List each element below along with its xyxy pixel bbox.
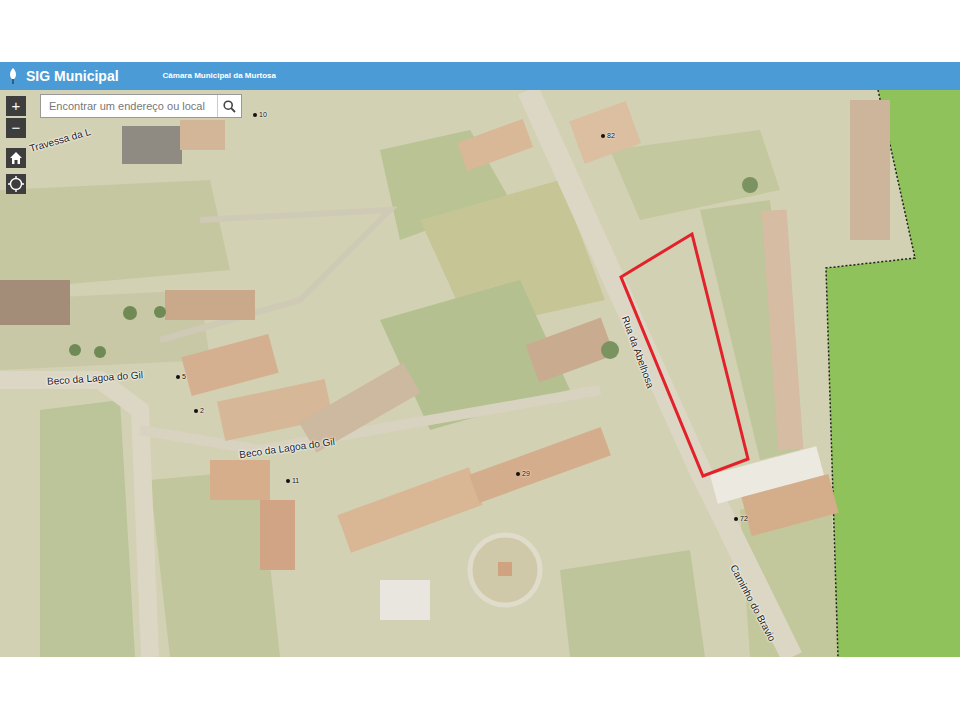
- house-number: 2: [194, 406, 204, 417]
- locate-button[interactable]: [6, 174, 26, 194]
- zoom-in-button[interactable]: +: [6, 96, 26, 116]
- search-button[interactable]: [217, 95, 241, 117]
- house-number-text: 5: [182, 372, 186, 383]
- house-number-text: 10: [259, 110, 267, 121]
- address-point-icon: [194, 409, 198, 413]
- search-box: [40, 94, 242, 118]
- logo-icon: [6, 67, 20, 85]
- house-number-text: 11: [292, 476, 299, 487]
- address-point-icon: [176, 375, 180, 379]
- house-number-text: 72: [740, 514, 748, 525]
- house-number-text: 29: [522, 469, 530, 480]
- home-button[interactable]: [6, 148, 26, 168]
- map[interactable]: + − Travessa da LBeco da Lagoa do GilBec…: [0, 90, 960, 657]
- zoom-out-button[interactable]: −: [6, 118, 26, 138]
- home-icon: [9, 151, 23, 165]
- address-point-icon: [734, 517, 738, 521]
- house-number: 82: [601, 131, 615, 142]
- house-number: 5: [176, 372, 186, 383]
- house-number: 11: [286, 476, 299, 487]
- app-header: SIG Municipal Câmara Municipal da Murtos…: [0, 62, 960, 90]
- locate-icon: [8, 176, 24, 192]
- house-number: 29: [516, 469, 530, 480]
- search-icon: [223, 100, 236, 113]
- house-number: 10: [253, 110, 267, 121]
- municipality-name: Câmara Municipal da Murtosa: [163, 72, 276, 80]
- house-number-text: 82: [607, 131, 615, 142]
- house-number: 72: [734, 514, 748, 525]
- house-number-text: 2: [200, 406, 204, 417]
- address-point-icon: [601, 134, 605, 138]
- address-point-icon: [516, 472, 520, 476]
- app-title: SIG Municipal: [26, 69, 119, 83]
- search-input[interactable]: [41, 95, 217, 117]
- aerial-map[interactable]: [0, 90, 960, 657]
- address-point-icon: [286, 479, 290, 483]
- address-point-icon: [253, 113, 257, 117]
